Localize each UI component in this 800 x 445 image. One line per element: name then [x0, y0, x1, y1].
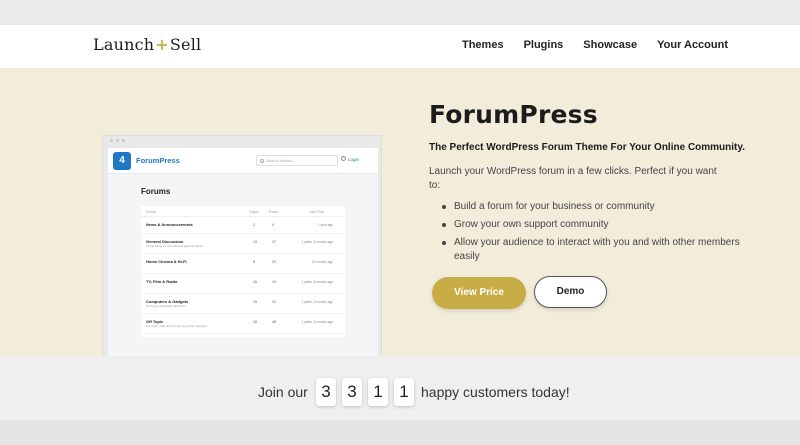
bottom-strip	[0, 420, 800, 445]
logo-plus-icon: +	[155, 35, 169, 54]
hero-section: 4 ForumPress Search forums... Login Foru…	[0, 68, 800, 356]
mockup-forums-title: Forums	[141, 187, 171, 196]
logo-text-right: Sell	[169, 35, 202, 54]
search-icon	[260, 159, 264, 163]
list-item: Build a forum for your business or commu…	[442, 200, 742, 214]
window-dots	[110, 139, 125, 142]
feature-list: Build a forum for your business or commu…	[442, 200, 742, 268]
counter-prefix: Join our	[258, 384, 308, 400]
table-row: General Discussion Come hang out and dis…	[141, 234, 345, 254]
nav-your-account[interactable]: Your Account	[657, 39, 728, 51]
counter-digit: 1	[368, 378, 388, 406]
counter-digit: 3	[342, 378, 362, 406]
counter-digit: 3	[316, 378, 336, 406]
table-row: Home Cinema & Hi-Fi 8 22 23 months ago	[141, 254, 345, 274]
col-topics: Topics	[249, 210, 259, 214]
mockup-topbar: 4 ForumPress Search forums... Login	[108, 148, 378, 174]
user-icon	[341, 156, 346, 161]
counter-digits: 3 3 1 1	[316, 378, 414, 406]
product-subtitle: The Perfect WordPress Forum Theme For Yo…	[429, 142, 745, 153]
mockup-screen: 4 ForumPress Search forums... Login Foru…	[108, 148, 378, 356]
mockup-brand: ForumPress	[136, 156, 180, 165]
product-intro: Launch your WordPress forum in a few cli…	[429, 166, 717, 191]
demo-button[interactable]: Demo	[534, 276, 607, 308]
nav-themes[interactable]: Themes	[462, 39, 504, 51]
table-row: TV, Film & Radio 16 19 1 years, 8 months…	[141, 274, 345, 294]
customer-counter: Join our 3 3 1 1 happy customers today!	[0, 356, 800, 420]
mockup-login-label: Login	[348, 157, 360, 162]
counter-digit: 1	[394, 378, 414, 406]
forumpress-logo-icon: 4	[113, 152, 131, 170]
logo-text-left: Launch	[93, 35, 155, 54]
view-price-button[interactable]: View Price	[432, 277, 526, 309]
table-row: Off Topic For topics that don't fit into…	[141, 314, 345, 334]
col-forum: Forum	[146, 210, 157, 214]
counter-suffix: happy customers today!	[421, 384, 570, 400]
mockup-forum-table: Forum Topics Posts Last Post News & Anno…	[141, 206, 345, 337]
product-title: ForumPress	[429, 100, 598, 129]
theme-screenshot: 4 ForumPress Search forums... Login Foru…	[102, 135, 382, 356]
mockup-search-placeholder: Search forums...	[266, 158, 296, 163]
table-row: News & Announcements 2 4 1 year ago	[141, 217, 345, 234]
nav-showcase[interactable]: Showcase	[583, 39, 637, 51]
list-item: Grow your own support community	[442, 218, 742, 232]
mockup-search: Search forums...	[256, 155, 338, 166]
table-row: Computers & Gadgets All things computers…	[141, 294, 345, 314]
main-nav: Themes Plugins Showcase Your Account	[462, 39, 728, 51]
mockup-table-header: Forum Topics Posts Last Post	[141, 206, 345, 217]
site-header: Launch+Sell Themes Plugins Showcase Your…	[0, 25, 800, 68]
mockup-login: Login	[341, 156, 360, 162]
top-strip	[0, 0, 800, 25]
site-logo[interactable]: Launch+Sell	[93, 35, 201, 54]
col-posts: Posts	[269, 210, 278, 214]
nav-plugins[interactable]: Plugins	[524, 39, 564, 51]
list-item: Allow your audience to interact with you…	[442, 236, 742, 264]
col-last-post: Last Post	[309, 210, 324, 214]
